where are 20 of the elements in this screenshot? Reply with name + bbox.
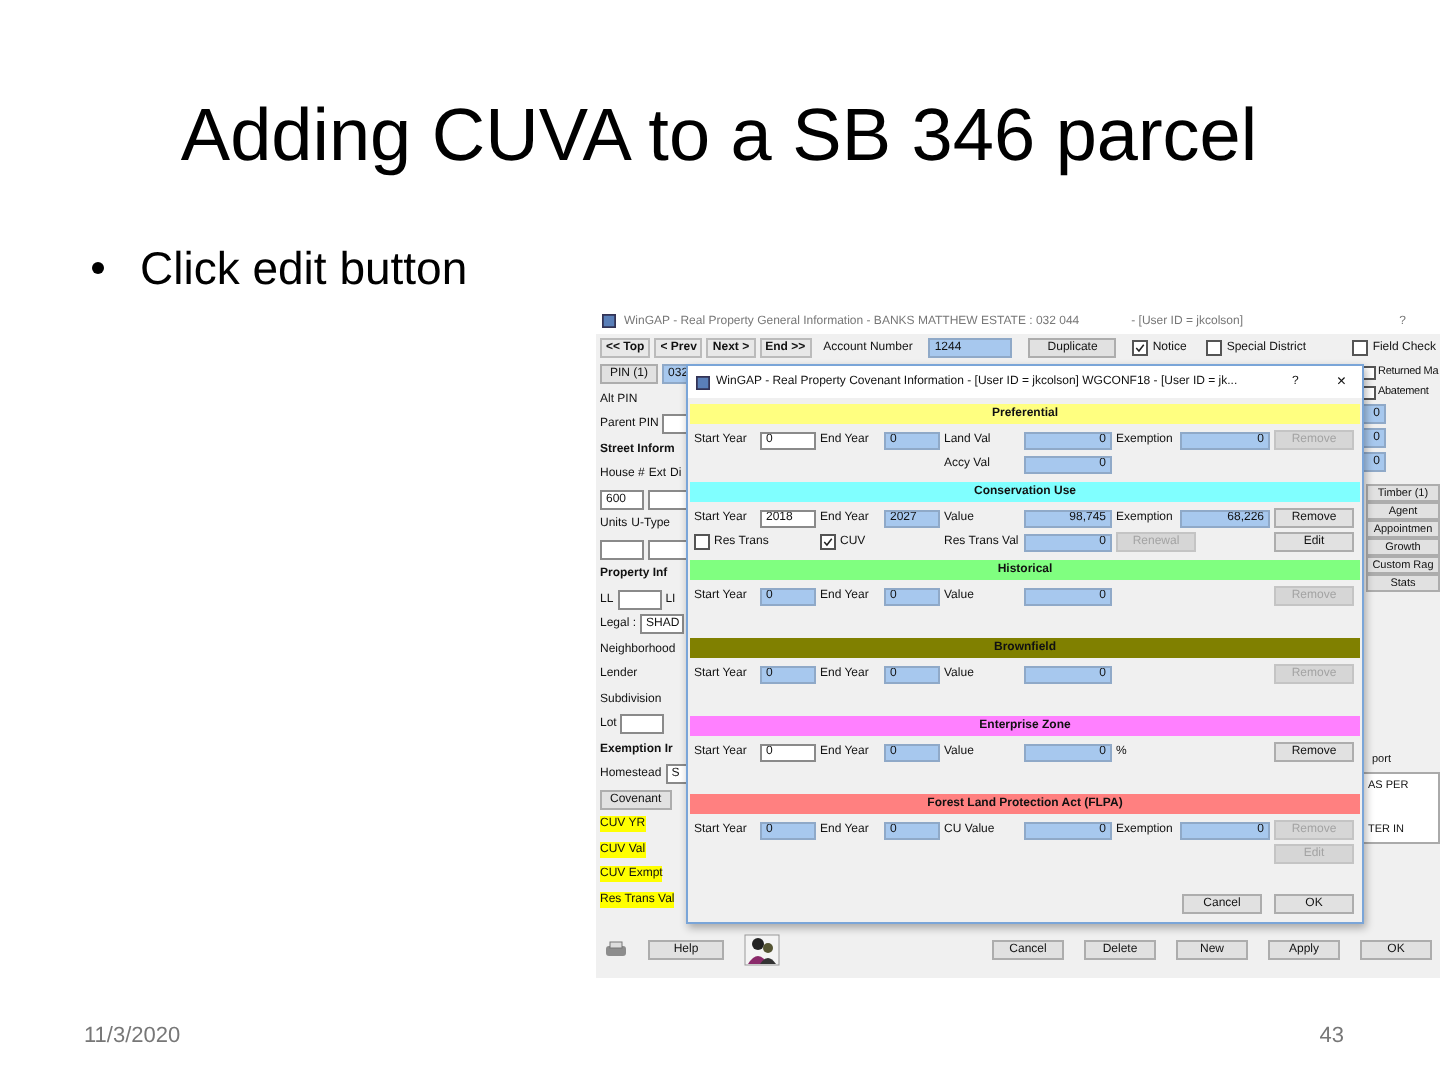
printer-icon[interactable] <box>604 940 628 960</box>
field[interactable] <box>617 589 662 610</box>
people-icon[interactable] <box>744 934 780 966</box>
field[interactable] <box>620 714 665 735</box>
field[interactable] <box>647 539 690 560</box>
close-icon[interactable]: × <box>1336 374 1346 390</box>
field[interactable] <box>600 539 643 560</box>
checkbox[interactable] <box>1206 340 1223 356</box>
slide-title: Adding CUVA to a SB 346 parcel <box>178 92 1260 180</box>
app-icon <box>602 314 616 328</box>
app-icon <box>696 375 710 389</box>
checkbox[interactable] <box>694 534 710 550</box>
field[interactable] <box>647 489 690 510</box>
checkbox[interactable] <box>1352 340 1369 356</box>
checkbox[interactable] <box>1132 340 1149 356</box>
bullet-text: Click edit button <box>140 241 468 295</box>
checkbox[interactable] <box>820 534 836 550</box>
bullet-dot <box>92 262 104 274</box>
slide-number: 43 <box>1319 1024 1344 1048</box>
slide-date: 11/3/2020 <box>84 1024 181 1048</box>
